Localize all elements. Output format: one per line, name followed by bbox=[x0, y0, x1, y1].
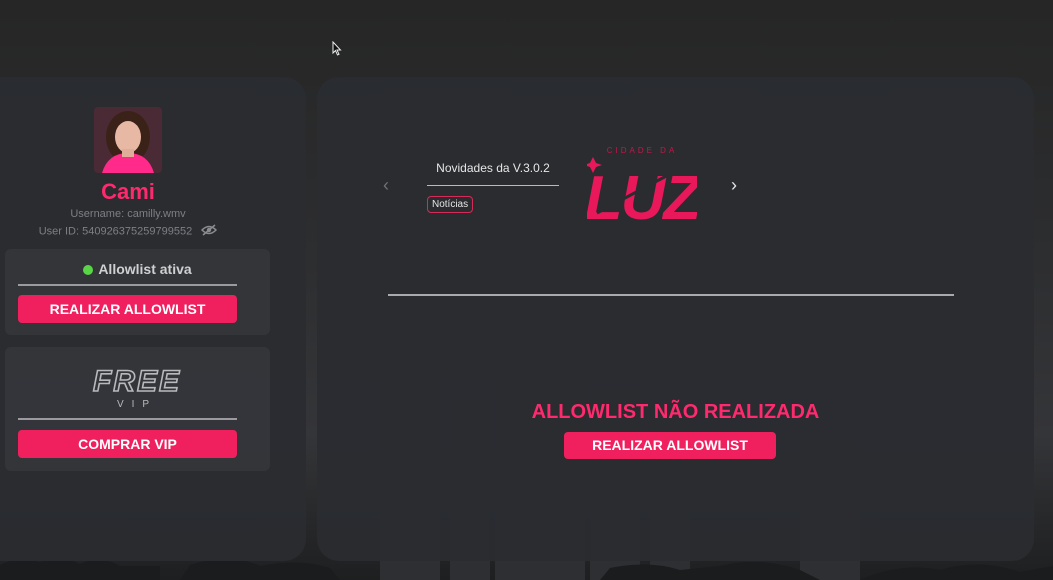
prev-arrow-icon[interactable]: ‹ bbox=[383, 175, 389, 196]
news-underline bbox=[427, 185, 559, 186]
cidade-da-luz-logo: CIDADE DA LUZ bbox=[584, 135, 705, 233]
svg-text:CIDADE DA: CIDADE DA bbox=[607, 146, 678, 155]
svg-text:VIP: VIP bbox=[117, 399, 157, 410]
next-arrow-icon[interactable]: › bbox=[731, 175, 737, 196]
profile-panel: Cami Username: camilly.wmv User ID: 5409… bbox=[0, 77, 306, 561]
allowlist-status: Allowlist ativa bbox=[98, 261, 192, 277]
svg-text:LUZ: LUZ bbox=[587, 164, 697, 231]
userid-text: User ID: 540926375259799552 bbox=[38, 225, 193, 238]
allowlist-status-heading: ALLOWLIST NÃO REALIZADA bbox=[531, 401, 820, 423]
vip-card: FREE VIP COMPRAR VIP bbox=[5, 347, 270, 471]
realizar-allowlist-button[interactable]: REALIZAR ALLOWLIST bbox=[18, 295, 237, 323]
section-divider bbox=[388, 294, 954, 296]
status-online-dot bbox=[83, 265, 94, 275]
profile-name: Cami bbox=[101, 179, 155, 204]
avatar bbox=[94, 107, 162, 173]
news-badge[interactable]: Notícias bbox=[427, 196, 474, 213]
news-title: Novidades da V.3.0.2 bbox=[436, 161, 550, 175]
mouse-cursor-icon bbox=[332, 41, 342, 56]
comprar-vip-button[interactable]: COMPRAR VIP bbox=[18, 430, 237, 458]
realizar-allowlist-main-button[interactable]: REALIZAR ALLOWLIST bbox=[564, 432, 776, 459]
main-panel: ‹ Novidades da V.3.0.2 Notícias CIDADE D… bbox=[317, 77, 1034, 561]
divider bbox=[18, 284, 237, 286]
svg-text:FREE: FREE bbox=[93, 365, 181, 398]
eye-off-icon[interactable] bbox=[201, 224, 218, 239]
free-vip-logo: FREE VIP bbox=[85, 361, 189, 411]
username-text: Username: camilly.wmv bbox=[70, 208, 186, 220]
allowlist-card: Allowlist ativa REALIZAR ALLOWLIST bbox=[5, 249, 270, 335]
divider bbox=[18, 418, 237, 420]
